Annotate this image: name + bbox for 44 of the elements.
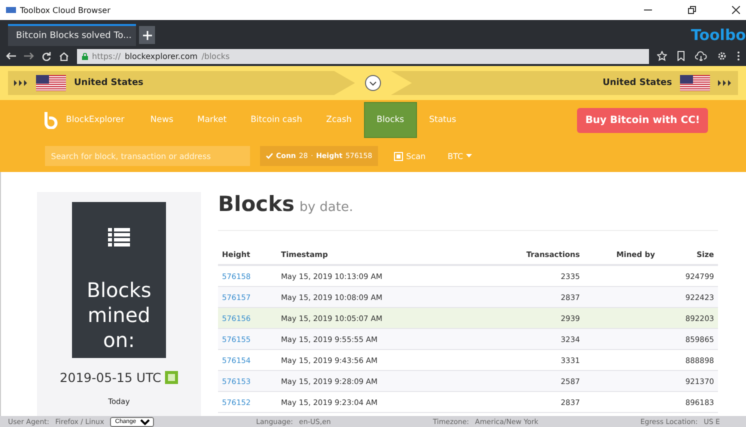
- nav-link[interactable]: Status: [417, 102, 468, 138]
- bookmark-icon[interactable]: [677, 51, 685, 61]
- nav-link[interactable]: Market: [185, 102, 239, 138]
- arrows-icon: [14, 80, 28, 86]
- restore-icon[interactable]: [688, 6, 696, 14]
- check-icon: [266, 153, 273, 159]
- home-icon[interactable]: [59, 52, 69, 60]
- close-icon[interactable]: [732, 6, 740, 14]
- buy-button[interactable]: Buy Bitcoin with CC!: [577, 108, 708, 132]
- caret-icon: [466, 154, 472, 158]
- date-label: 2019-05-15 UTC: [60, 370, 162, 385]
- cloud-icon[interactable]: [695, 51, 707, 61]
- app-icon: [6, 7, 16, 13]
- arrows-icon: [718, 80, 732, 86]
- browser-tab[interactable]: Bitcoin Blocks solved To...: [8, 24, 136, 46]
- nav-link[interactable]: Blocks: [364, 102, 418, 138]
- new-tab-button[interactable]: [139, 26, 155, 44]
- window-title: Toolbox Cloud Browser: [20, 6, 110, 14]
- page-subtitle: by date.: [300, 200, 354, 215]
- location-label: United States: [74, 78, 144, 88]
- flag-icon: [36, 75, 66, 91]
- forward-icon[interactable]: [24, 52, 34, 60]
- lock-icon: [82, 52, 88, 60]
- nav-link[interactable]: Bitcoin cash: [238, 102, 314, 138]
- menu-icon[interactable]: [737, 51, 740, 61]
- list-icon: [108, 228, 130, 248]
- nav-link[interactable]: News: [138, 102, 186, 138]
- location-label: United States: [602, 78, 672, 88]
- site-logo-text[interactable]: BlockExplorer: [66, 115, 124, 125]
- nav-link[interactable]: Zcash: [314, 102, 364, 138]
- gear-icon[interactable]: [717, 51, 727, 61]
- scan-button[interactable]: Scan: [388, 150, 432, 162]
- address-field[interactable]: https:// blockexplorer.com /blocks: [77, 48, 649, 64]
- flag-icon: [680, 75, 710, 91]
- currency-dropdown[interactable]: BTC: [442, 150, 478, 162]
- search-field[interactable]: Search for block, transaction or address: [45, 146, 250, 166]
- reload-icon[interactable]: [42, 52, 51, 60]
- plus-icon: [142, 30, 152, 40]
- panel-title: Blocks mined on:: [86, 278, 152, 353]
- page-title: Blocks: [218, 192, 295, 216]
- brand-logo: Toolbo: [690, 25, 746, 44]
- back-icon[interactable]: [6, 52, 16, 60]
- star-icon[interactable]: [657, 51, 667, 61]
- expand-icon[interactable]: [365, 75, 381, 91]
